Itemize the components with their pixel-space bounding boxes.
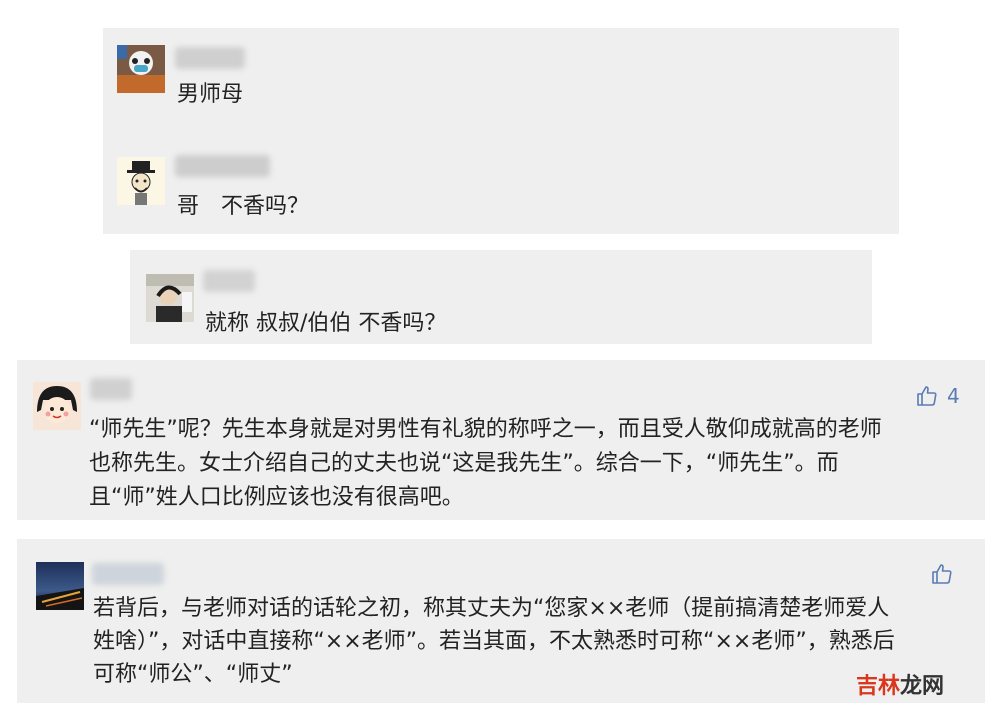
username-blurred[interactable]: [92, 563, 164, 585]
comment-text: 就称 叔叔/伯伯 不香吗？: [205, 311, 447, 336]
like-button[interactable]: 4: [915, 384, 960, 408]
like-button[interactable]: [930, 562, 954, 586]
user-avatar[interactable]: [36, 562, 84, 610]
username-blurred[interactable]: [203, 270, 255, 292]
comment-text-line: 可称“师公”、“师丈”: [93, 662, 293, 687]
thumbs-up-icon: [932, 564, 952, 584]
username-blurred[interactable]: [90, 378, 132, 400]
watermark-part2: 龙网: [900, 674, 945, 699]
username-blurred[interactable]: [175, 47, 245, 69]
comment-text: 男师母: [177, 82, 244, 107]
user-avatar[interactable]: [33, 382, 81, 430]
like-count: 4: [947, 384, 960, 408]
comment-text-line: 若背后，与老师对话的话轮之初，称其丈夫为“您家××老师（提前搞清楚老师爱人: [93, 596, 890, 621]
watermark-logo: 吉林龙网: [856, 668, 944, 700]
comment-text-line: 且“师”姓人口比例应该也没有很高吧。: [89, 485, 464, 510]
comment-text-line: “师先生”呢？先生本身就是对男性有礼貌的称呼之一，而且受人敬仰成就高的老师: [89, 417, 882, 442]
username-blurred[interactable]: [175, 155, 270, 177]
watermark-part1: 吉林: [856, 674, 901, 699]
user-avatar[interactable]: [117, 157, 165, 205]
user-avatar[interactable]: [117, 45, 165, 93]
comment-text-line: 也称先生。女士介绍自己的丈夫也说“这是我先生”。综合一下，“师先生”。而: [89, 451, 839, 476]
user-avatar[interactable]: [146, 274, 194, 322]
comment-text: 哥 不香吗？: [177, 194, 310, 219]
comment-text-line: 姓啥）”，对话中直接称“××老师”。若当其面，不太熟悉时可称“××老师”，熟悉后: [93, 629, 895, 654]
thumbs-up-icon: [917, 386, 937, 406]
